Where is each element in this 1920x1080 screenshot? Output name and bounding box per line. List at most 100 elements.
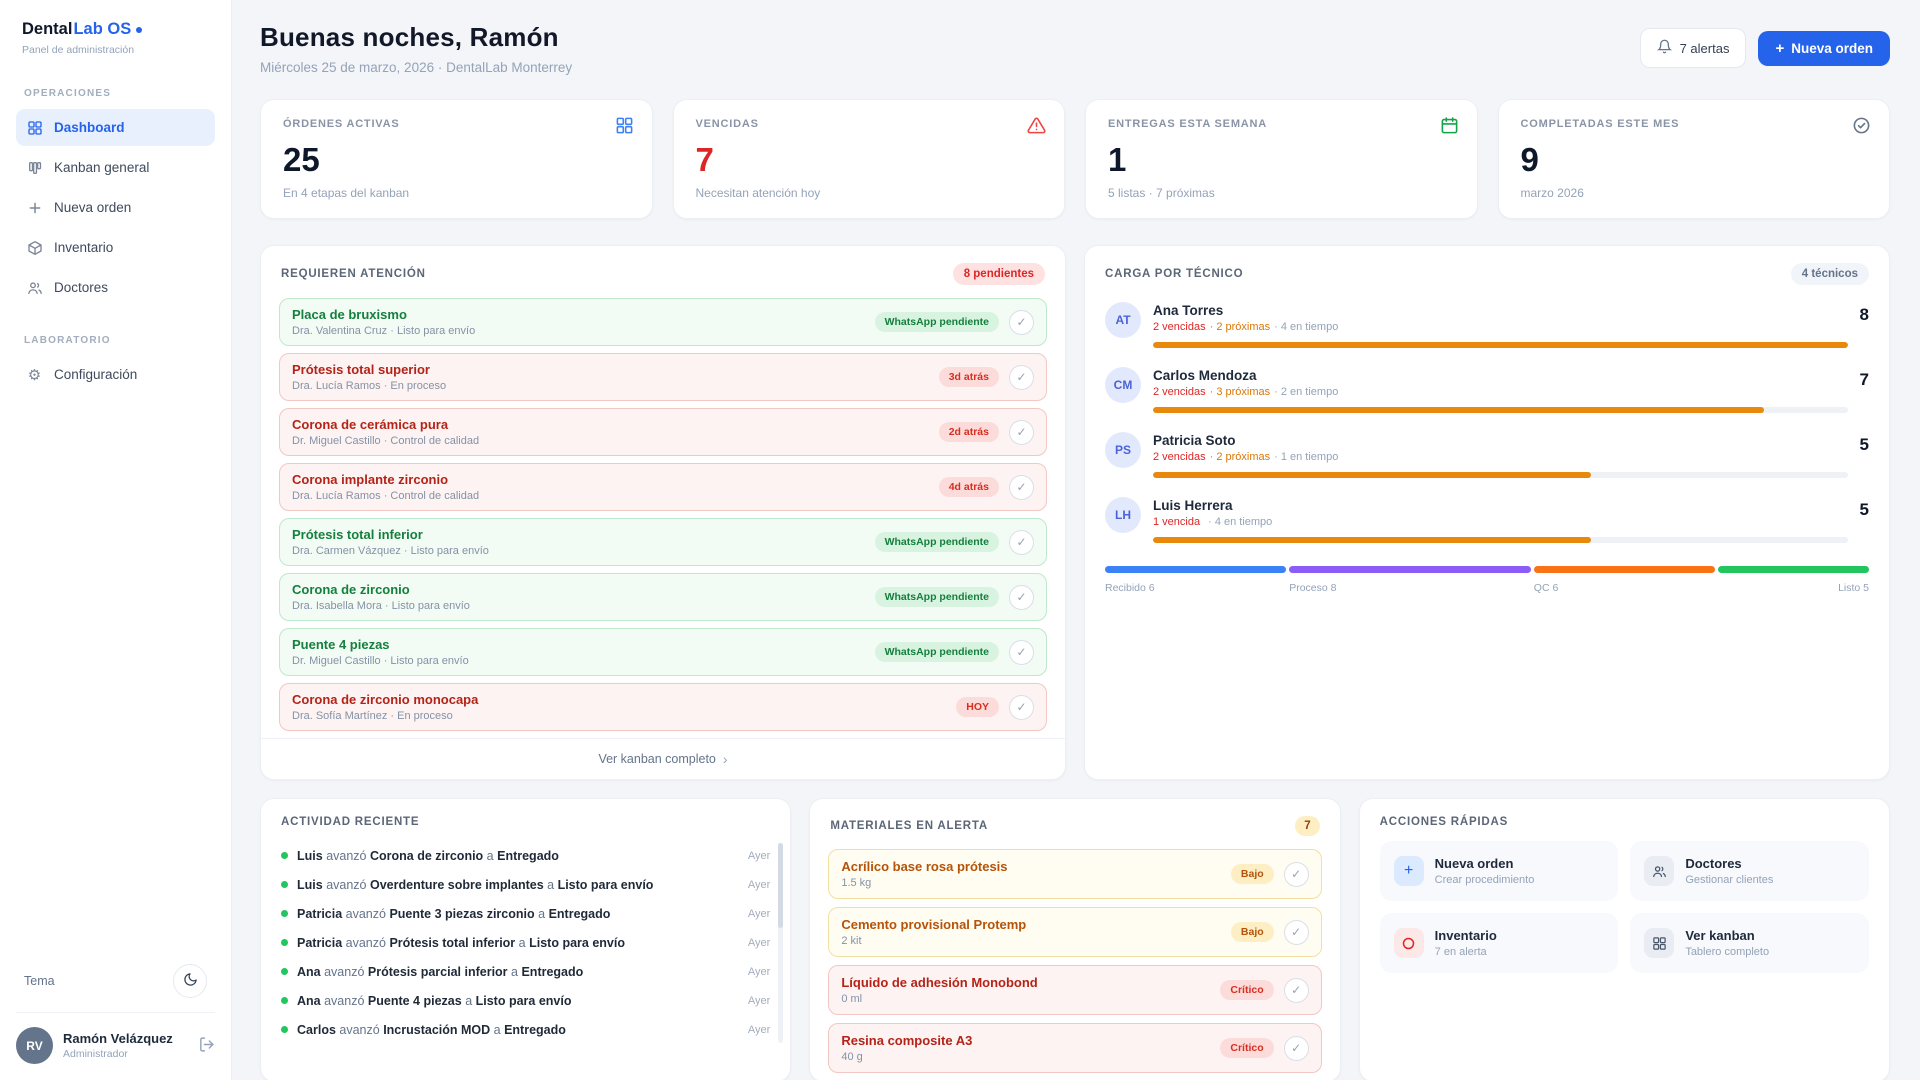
material-quantity: 0 ml bbox=[841, 993, 1210, 1005]
attention-item[interactable]: Corona implante zirconio Dra. Lucía Ramo… bbox=[279, 463, 1047, 511]
resolve-material-button[interactable]: ✓ bbox=[1284, 1036, 1309, 1061]
resolve-material-button[interactable]: ✓ bbox=[1284, 978, 1309, 1003]
stock-status-badge: Crítico bbox=[1220, 980, 1273, 1000]
technician-count-badge: 4 técnicos bbox=[1791, 263, 1869, 285]
panel-title: MATERIALES EN ALERTA bbox=[830, 820, 988, 832]
mark-done-button[interactable]: ✓ bbox=[1009, 585, 1034, 610]
quick-action-inventory[interactable]: Inventario 7 en alerta bbox=[1380, 913, 1619, 973]
stat-caption: Necesitan atención hoy bbox=[696, 186, 1043, 200]
technician-avatar: AT bbox=[1105, 302, 1141, 338]
new-order-label: Nueva orden bbox=[1791, 41, 1873, 56]
materials-count-badge: 7 bbox=[1295, 816, 1319, 836]
technician-name: Luis Herrera bbox=[1153, 498, 1848, 513]
alerts-button[interactable]: 7 alertas bbox=[1640, 28, 1747, 68]
page-subtitle: Miércoles 25 de marzo, 2026 · DentalLab … bbox=[260, 60, 572, 75]
view-kanban-link[interactable]: Ver kanban completo › bbox=[261, 738, 1065, 779]
check-icon: ✓ bbox=[1016, 426, 1026, 438]
activity-item: Ana avanzó Puente 4 piezas a Listo para … bbox=[281, 986, 770, 1015]
activity-item: Luis avanzó Overdenture sobre implantes … bbox=[281, 870, 770, 899]
status-badge: 2d atrás bbox=[939, 422, 999, 442]
scrollbar-thumb[interactable] bbox=[778, 843, 783, 928]
stat-caption: En 4 etapas del kanban bbox=[283, 186, 630, 200]
theme-row: Tema bbox=[16, 958, 215, 1012]
sidebar-item-inventory[interactable]: Inventario bbox=[16, 229, 215, 266]
quick-action-new-order[interactable]: + Nueva orden Crear procedimiento bbox=[1380, 841, 1619, 901]
technician-name: Ana Torres bbox=[1153, 303, 1848, 318]
status-badge: WhatsApp pendiente bbox=[875, 312, 999, 332]
scrollbar-track[interactable] bbox=[778, 843, 783, 1043]
stage-segment bbox=[1289, 566, 1531, 573]
order-meta: Dr. Miguel Castillo · Listo para envío bbox=[292, 655, 865, 667]
technician-order-count: 8 bbox=[1860, 302, 1869, 348]
sidebar-item-new-order[interactable]: Nueva orden bbox=[16, 189, 215, 226]
technician-order-count: 7 bbox=[1860, 367, 1869, 413]
mark-done-button[interactable]: ✓ bbox=[1009, 310, 1034, 335]
new-order-button[interactable]: + Nueva orden bbox=[1758, 31, 1890, 66]
nav-section-operations: OPERACIONES Dashboard Kanban general Nue… bbox=[16, 88, 215, 309]
quick-actions-grid: + Nueva orden Crear procedimiento Doctor… bbox=[1360, 841, 1889, 973]
box-icon bbox=[26, 239, 43, 256]
technician-name: Carlos Mendoza bbox=[1153, 368, 1848, 383]
mark-done-button[interactable]: ✓ bbox=[1009, 365, 1034, 390]
kanban-icon bbox=[26, 159, 43, 176]
sidebar-item-doctors[interactable]: Doctores bbox=[16, 269, 215, 306]
activity-dot-icon bbox=[281, 1026, 288, 1033]
sidebar-item-kanban[interactable]: Kanban general bbox=[16, 149, 215, 186]
mark-done-button[interactable]: ✓ bbox=[1009, 640, 1034, 665]
activity-time: Ayer bbox=[738, 908, 770, 920]
warning-icon bbox=[1027, 116, 1046, 140]
activity-dot-icon bbox=[281, 881, 288, 888]
attention-item[interactable]: Placa de bruxismo Dra. Valentina Cruz · … bbox=[279, 298, 1047, 346]
page-header: Buenas noches, Ramón Miércoles 25 de mar… bbox=[260, 22, 1890, 75]
mark-done-button[interactable]: ✓ bbox=[1009, 695, 1034, 720]
resolve-material-button[interactable]: ✓ bbox=[1284, 862, 1309, 887]
activity-item: Luis avanzó Corona de zirconio a Entrega… bbox=[281, 841, 770, 870]
quick-action-kanban[interactable]: Ver kanban Tablero completo bbox=[1630, 913, 1869, 973]
stage-label: Proceso 8 bbox=[1289, 582, 1531, 594]
theme-toggle-button[interactable] bbox=[173, 964, 207, 998]
activity-list: Luis avanzó Corona de zirconio a Entrega… bbox=[261, 841, 790, 1044]
mark-done-button[interactable]: ✓ bbox=[1009, 530, 1034, 555]
gear-icon: ⚙ bbox=[26, 366, 43, 383]
attention-item[interactable]: Corona de zirconio Dra. Isabella Mora · … bbox=[279, 573, 1047, 621]
attention-item[interactable]: Corona de zirconio monocapa Dra. Sofía M… bbox=[279, 683, 1047, 731]
chevron-right-icon: › bbox=[723, 752, 728, 766]
user-row: RV Ramón Velázquez Administrador bbox=[16, 1012, 215, 1064]
stage-distribution: Recibido 6 Proceso 8 QC 6 Listo 5 bbox=[1085, 562, 1889, 594]
quick-action-doctors[interactable]: Doctores Gestionar clientes bbox=[1630, 841, 1869, 901]
stage-segment bbox=[1105, 566, 1286, 573]
order-name: Prótesis total inferior bbox=[292, 527, 865, 542]
stat-value: 9 bbox=[1521, 143, 1868, 176]
stat-value: 1 bbox=[1108, 143, 1455, 176]
attention-item[interactable]: Prótesis total inferior Dra. Carmen Vázq… bbox=[279, 518, 1047, 566]
activity-item: Patricia avanzó Prótesis total inferior … bbox=[281, 928, 770, 957]
material-name: Líquido de adhesión Monobond bbox=[841, 975, 1210, 990]
check-icon: ✓ bbox=[1016, 481, 1026, 493]
attention-item[interactable]: Corona de cerámica pura Dr. Miguel Casti… bbox=[279, 408, 1047, 456]
mark-done-button[interactable]: ✓ bbox=[1009, 420, 1034, 445]
stat-card-overdue: VENCIDAS 7 Necesitan atención hoy bbox=[673, 99, 1066, 219]
activity-item: Carlos avanzó Incrustación MOD a Entrega… bbox=[281, 1015, 770, 1044]
activity-item: Patricia avanzó Puente 3 piezas zirconio… bbox=[281, 899, 770, 928]
attention-item[interactable]: Prótesis total superior Dra. Lucía Ramos… bbox=[279, 353, 1047, 401]
technician-list: AT Ana Torres 2 vencidas · 2 próximas · … bbox=[1085, 298, 1889, 562]
resolve-material-button[interactable]: ✓ bbox=[1284, 920, 1309, 945]
technician-meta: 2 vencidas · 2 próximas · 1 en tiempo bbox=[1153, 451, 1848, 463]
stats-row: ÓRDENES ACTIVAS 25 En 4 etapas del kanba… bbox=[260, 99, 1890, 219]
stage-segment bbox=[1718, 566, 1869, 573]
attention-item[interactable]: Puente 4 piezas Dr. Miguel Castillo · Li… bbox=[279, 628, 1047, 676]
material-name: Cemento provisional Protemp bbox=[841, 917, 1221, 932]
mark-done-button[interactable]: ✓ bbox=[1009, 475, 1034, 500]
order-meta: Dra. Carmen Vázquez · Listo para envío bbox=[292, 545, 865, 557]
activity-time: Ayer bbox=[738, 850, 770, 862]
sidebar-item-dashboard[interactable]: Dashboard bbox=[16, 109, 215, 146]
logout-button[interactable] bbox=[198, 1036, 215, 1056]
order-name: Corona de zirconio bbox=[292, 582, 865, 597]
material-quantity: 40 g bbox=[841, 1051, 1210, 1063]
technician-row: AT Ana Torres 2 vencidas · 2 próximas · … bbox=[1105, 302, 1869, 348]
sidebar-item-settings[interactable]: ⚙ Configuración bbox=[16, 356, 215, 393]
sidebar-item-label: Inventario bbox=[54, 240, 113, 255]
stage-label: Listo 5 bbox=[1718, 582, 1869, 594]
order-name: Corona de cerámica pura bbox=[292, 417, 929, 432]
technician-avatar: CM bbox=[1105, 367, 1141, 403]
